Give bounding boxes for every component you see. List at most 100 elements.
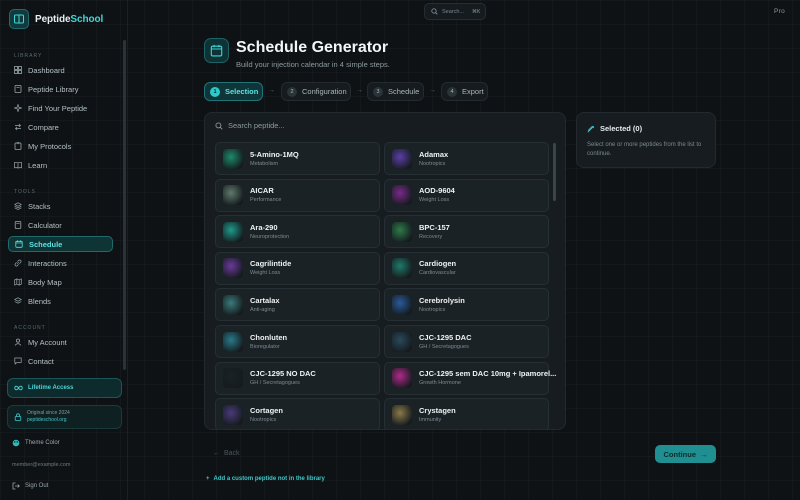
link-icon: [14, 259, 22, 267]
section-label-library: LIBRARY: [14, 53, 43, 59]
peptide-thumbnail-icon: [223, 331, 243, 352]
message-icon: [14, 357, 22, 365]
peptide-thumbnail-icon: [392, 331, 412, 352]
sidebar-item-learn[interactable]: Learn: [8, 157, 113, 173]
peptide-list-scrollbar[interactable]: [553, 143, 556, 201]
sidebar-item-compare[interactable]: Compare: [8, 119, 113, 135]
sidebar-item-find-your-peptide[interactable]: Find Your Peptide: [8, 100, 113, 116]
section-label-account: ACCOUNT: [14, 325, 46, 331]
search-icon: [215, 121, 223, 130]
sidebar-item-label: Body Map: [28, 277, 62, 287]
brand-name: PeptideSchool: [35, 13, 104, 25]
brand[interactable]: PeptideSchool: [9, 9, 103, 29]
sidebar-item-contact[interactable]: Contact: [8, 353, 113, 369]
page-subtitle: Build your injection calendar in 4 simpl…: [236, 60, 390, 69]
sidebar-item-body-map[interactable]: Body Map: [8, 274, 113, 290]
user-icon: [14, 338, 22, 346]
peptide-thumbnail-icon: [392, 148, 412, 169]
step-selection[interactable]: 1 Selection: [204, 82, 263, 101]
sign-out-icon: [12, 482, 20, 490]
global-search-input[interactable]: Search... ⌘K: [424, 3, 486, 20]
peptide-card[interactable]: CJC-1295 NO DAC GH / Secretagogues: [215, 361, 380, 395]
peptide-name: AICAR: [250, 186, 274, 196]
lifetime-access-badge[interactable]: Lifetime Access: [7, 378, 122, 398]
sidebar-item-blends[interactable]: Blends: [8, 293, 113, 309]
blend-icon: [14, 297, 22, 304]
peptide-card[interactable]: Cerebrolysin Nootropics: [384, 288, 549, 322]
step-configuration[interactable]: 2 Configuration: [281, 82, 351, 101]
sidebar-item-calculator[interactable]: Calculator: [8, 217, 113, 233]
page-title: Schedule Generator: [236, 39, 389, 56]
layers-icon: [14, 202, 22, 210]
peptide-category: Recovery: [419, 233, 443, 240]
sidebar-item-stacks[interactable]: Stacks: [8, 198, 113, 214]
peptide-category: Nootropics: [250, 416, 277, 423]
peptide-card[interactable]: BPC-157 Recovery: [384, 215, 549, 249]
book-logo-icon: [9, 9, 29, 29]
peptide-card[interactable]: AOD-9604 Weight Loss: [384, 178, 549, 212]
sign-out-button[interactable]: Sign Out: [12, 482, 48, 490]
peptide-search-placeholder: Search peptide...: [228, 121, 285, 130]
sidebar-item-my-account[interactable]: My Account: [8, 334, 113, 350]
sidebar-item-label: Blends: [28, 296, 51, 306]
peptide-thumbnail-icon: [392, 368, 412, 389]
sidebar-item-label: Find Your Peptide: [28, 103, 88, 113]
peptide-card[interactable]: Ara-290 Neuroprotection: [215, 215, 380, 249]
sidebar-item-my-protocols[interactable]: My Protocols: [8, 138, 113, 154]
sidebar-item-peptide-library[interactable]: Peptide Library: [8, 81, 113, 97]
sidebar-item-label: Schedule: [29, 239, 63, 249]
peptide-card[interactable]: Crystagen Immunity: [384, 398, 549, 429]
peptide-card[interactable]: Cagrilintide Weight Loss: [215, 251, 380, 285]
calendar-icon: [204, 38, 229, 63]
peptide-thumbnail-icon: [223, 368, 243, 389]
sidebar-scrollbar[interactable]: [123, 40, 126, 370]
peptide-name: Cortagen: [250, 405, 283, 415]
section-label-tools: TOOLS: [14, 189, 36, 195]
peptide-search-input[interactable]: Search peptide...: [215, 121, 285, 130]
add-custom-peptide-link[interactable]: + Add a custom peptide not in the librar…: [206, 476, 325, 482]
peptide-thumbnail-icon: [223, 258, 243, 279]
peptide-category: Metabolism: [250, 160, 279, 167]
step-export[interactable]: 4 Export: [441, 82, 488, 101]
peptide-thumbnail-icon: [223, 221, 243, 242]
sidebar-item-label: Stacks: [28, 201, 51, 211]
peptide-card[interactable]: 5-Amino-1MQ Metabolism: [215, 142, 380, 175]
user-email: member@example.com: [12, 462, 71, 468]
plus-icon: +: [206, 476, 210, 482]
step-number: 1: [210, 86, 220, 97]
peptide-card[interactable]: Cortagen Nootropics: [215, 398, 380, 429]
peptide-card[interactable]: AICAR Performance: [215, 178, 380, 212]
sidebar-item-interactions[interactable]: Interactions: [8, 255, 113, 271]
website-link[interactable]: peptideschool.org: [27, 417, 70, 424]
continue-button[interactable]: Continue →: [655, 445, 716, 463]
peptide-card[interactable]: Chonluten Bioregulator: [215, 325, 380, 358]
peptide-card[interactable]: CJC-1295 sem DAC 10mg + Ipamorel... Growt…: [384, 361, 556, 395]
arrow-right-icon: →: [356, 87, 363, 94]
infinity-icon: [14, 385, 23, 391]
selected-panel: Selected (0) Select one or more peptides…: [576, 112, 716, 168]
peptide-thumbnail-icon: [223, 185, 243, 206]
calculator-icon: [14, 221, 22, 229]
sidebar-item-label: Interactions: [28, 258, 67, 268]
peptide-category: Cardiovascular: [419, 270, 456, 277]
peptide-card[interactable]: Cardiogen Cardiovascular: [384, 251, 549, 285]
sidebar-item-dashboard[interactable]: Dashboard: [8, 62, 113, 78]
peptide-card[interactable]: Adamax Nootropics: [384, 142, 549, 175]
sidebar-item-label: Contact: [28, 356, 54, 366]
peptide-name: Cerebrolysin: [419, 295, 465, 305]
peptide-card[interactable]: CJC-1295 DAC GH / Secretagogues: [384, 325, 549, 358]
step-label: Configuration: [302, 87, 347, 96]
peptide-category: Weight Loss: [250, 270, 281, 277]
peptide-category: Neuroprotection: [250, 233, 290, 240]
selected-count-label: Selected (0): [600, 124, 643, 133]
search-shortcut: ⌘K: [472, 8, 481, 15]
step-schedule[interactable]: 3 Schedule: [367, 82, 424, 101]
peptide-thumbnail-icon: [223, 294, 243, 315]
back-button[interactable]: ← Back: [213, 450, 240, 457]
theme-color-button[interactable]: Theme Color: [12, 439, 60, 447]
arrow-right-icon: →: [429, 87, 436, 94]
peptide-name: CJC-1295 NO DAC: [250, 369, 316, 379]
step-label: Schedule: [388, 87, 420, 96]
sidebar-item-schedule[interactable]: Schedule: [8, 236, 113, 252]
peptide-card[interactable]: Cartalax Anti-aging: [215, 288, 380, 322]
